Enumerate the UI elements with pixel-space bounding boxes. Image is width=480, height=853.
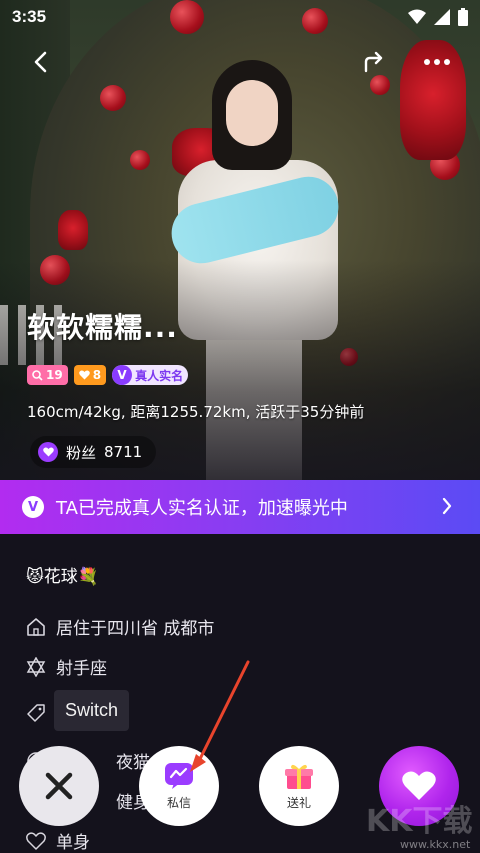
- status-time: 3:35: [12, 7, 47, 26]
- message-button[interactable]: 私信: [139, 746, 219, 826]
- share-icon: [364, 51, 383, 73]
- battery-icon: [458, 8, 468, 26]
- gift-button[interactable]: 送礼: [259, 746, 339, 826]
- switch-tooltip: Switch: [54, 690, 130, 731]
- verified-v-icon: V: [112, 365, 133, 385]
- signal-icon: [434, 9, 450, 25]
- relationship-text: 单身: [56, 833, 90, 853]
- level-badge-orange: 8: [73, 365, 107, 385]
- verified-badge: V 真人实名: [112, 365, 189, 385]
- dislike-button[interactable]: [19, 746, 99, 826]
- profile-stats: 160cm/42kg, 距离1255.72km, 活跃于35分钟前: [27, 403, 365, 421]
- fans-label: 粉丝: [66, 443, 97, 462]
- level-badge-pink-value: 19: [46, 368, 63, 382]
- status-bar: 3:35: [0, 0, 480, 34]
- verified-v-icon: V: [22, 496, 44, 518]
- share-button[interactable]: [354, 42, 394, 82]
- verified-badge-label: 真人实名: [135, 368, 184, 383]
- gift-icon: [285, 764, 313, 789]
- nickname: 😾花球💐: [26, 567, 99, 587]
- ornament: [100, 85, 126, 111]
- watermark-url: www.kkx.net: [400, 838, 471, 851]
- more-dots-icon: [424, 59, 450, 65]
- tag-row: [26, 702, 46, 722]
- red-bow: [58, 210, 88, 250]
- relationship-row: 单身: [26, 828, 90, 853]
- badge-row: 19 8 V 真人实名: [27, 365, 189, 385]
- heart-icon: [78, 370, 90, 380]
- residence-row: 居住于四川省 成都市: [26, 614, 214, 639]
- level-badge-orange-value: 8: [92, 368, 102, 382]
- back-button[interactable]: [20, 42, 60, 82]
- banner-text: TA已完成真人实名认证，加速曝光中: [56, 498, 348, 519]
- tag-icon: [27, 704, 45, 722]
- system-icons: [408, 8, 468, 26]
- fans-count: 8711: [104, 443, 143, 461]
- heart-icon: [38, 442, 58, 462]
- profile-name: 软软糯糯...: [27, 311, 178, 344]
- gift-label: 送礼: [286, 795, 311, 810]
- more-button[interactable]: [417, 42, 457, 82]
- message-label: 私信: [166, 795, 191, 810]
- residence-text: 居住于四川省 成都市: [56, 619, 215, 639]
- wifi-icon: [408, 9, 426, 24]
- verification-banner[interactable]: V TA已完成真人实名认证，加速曝光中: [0, 480, 480, 534]
- fans-pill[interactable]: 粉丝 8711: [30, 436, 157, 468]
- star-of-david-icon: [26, 656, 46, 677]
- ornament: [130, 150, 150, 170]
- chevron-left-icon: [34, 51, 47, 73]
- zodiac-text: 射手座: [56, 659, 107, 679]
- zodiac-row: 射手座: [26, 654, 107, 679]
- home-icon: [27, 617, 45, 636]
- search-person-icon: [32, 369, 43, 381]
- level-badge-pink: 19: [27, 365, 68, 385]
- heart-outline-icon: [26, 831, 46, 850]
- message-icon: [165, 762, 193, 789]
- close-icon: [45, 772, 73, 800]
- chevron-right-icon: [442, 497, 452, 515]
- watermark: KK下载: [366, 804, 473, 839]
